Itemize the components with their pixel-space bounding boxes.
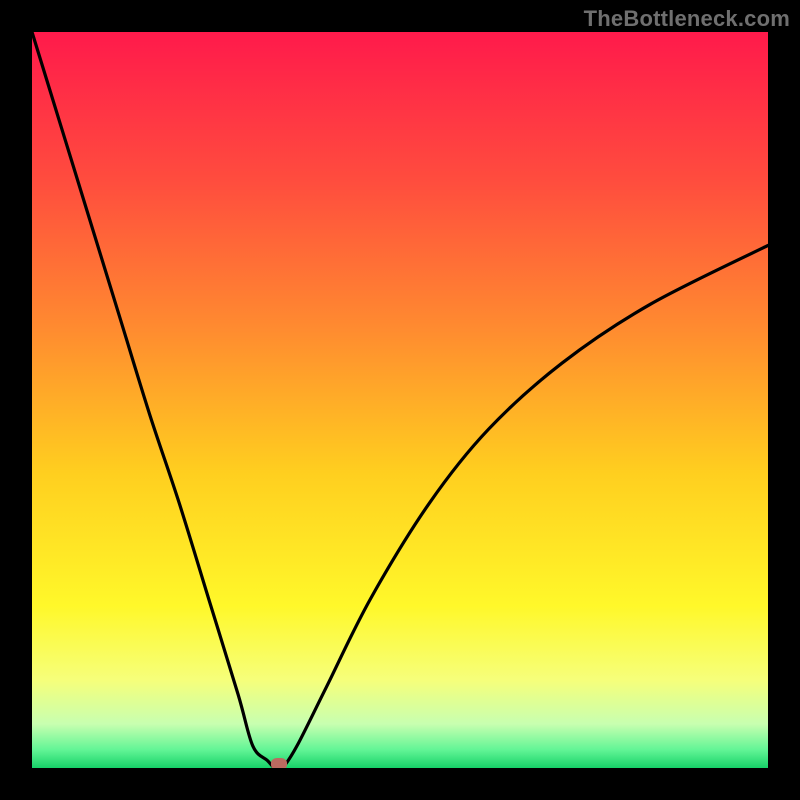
curve-layer (32, 32, 768, 768)
chart-frame: TheBottleneck.com (0, 0, 800, 800)
plot-area (32, 32, 768, 768)
watermark-text: TheBottleneck.com (584, 6, 790, 32)
optimal-point-marker (271, 758, 287, 768)
bottleneck-curve (32, 32, 768, 768)
